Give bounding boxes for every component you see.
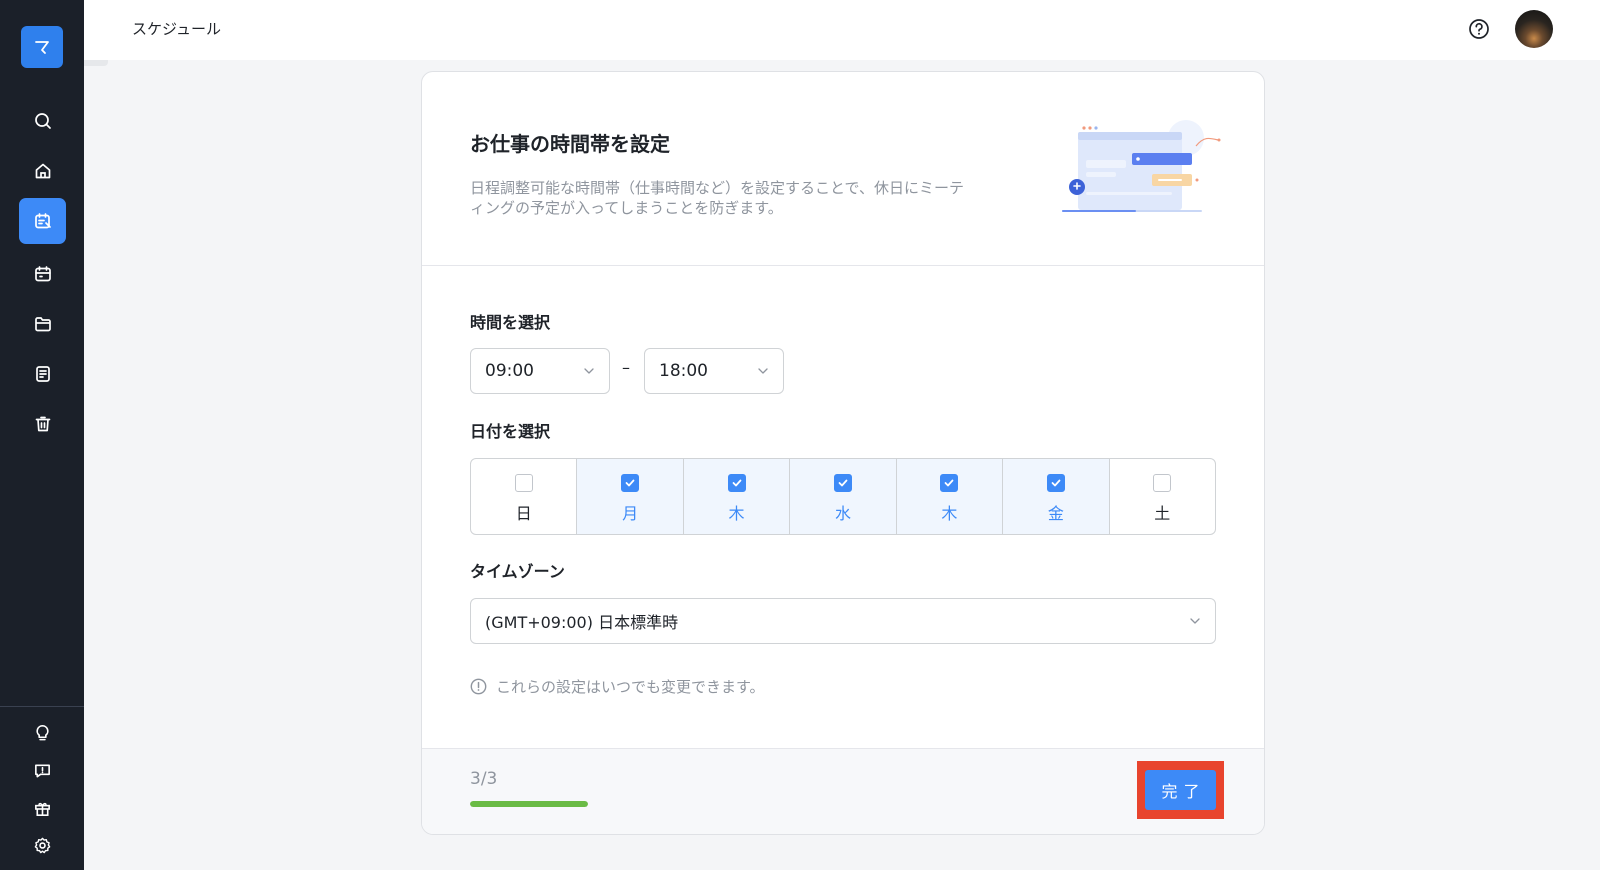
- help-icon: [1469, 19, 1489, 39]
- day-checkbox[interactable]: [514, 474, 533, 492]
- timezone-value: (GMT+09:00) 日本標準時: [485, 613, 679, 632]
- check-icon: [625, 479, 635, 487]
- day-label: 木: [941, 504, 958, 523]
- nav-tips[interactable]: [28, 718, 56, 746]
- check-icon: [1051, 479, 1061, 487]
- nav-schedule[interactable]: [19, 198, 66, 244]
- day-checkbox[interactable]: [1046, 474, 1065, 492]
- timezone-section-label: タイムゾーン: [470, 562, 565, 581]
- end-time-select[interactable]: 18:00: [644, 348, 784, 394]
- day-sunday[interactable]: 日: [471, 459, 578, 534]
- gear-icon: [34, 837, 50, 853]
- day-label: 土: [1154, 504, 1171, 523]
- progress-bar-fill: [470, 801, 588, 807]
- day-label: 金: [1047, 504, 1064, 523]
- day-thursday[interactable]: 木: [896, 459, 1004, 534]
- day-label: 日: [515, 504, 532, 523]
- gift-icon: [34, 802, 50, 816]
- nav-calendar[interactable]: [19, 251, 66, 297]
- nav-search[interactable]: [19, 98, 66, 144]
- card-description: 日程調整可能な時間帯（仕事時間など）を設定することで、休日にミーティングの予定が…: [470, 179, 964, 217]
- calendar-edit-icon: [34, 213, 51, 229]
- nav-home[interactable]: [19, 148, 66, 194]
- work-hours-setup-card: お仕事の時間帯を設定 日程調整可能な時間帯（仕事時間など）を設定することで、休日…: [421, 71, 1265, 835]
- schedule-illustration-icon: [1062, 120, 1221, 212]
- help-button[interactable]: [1468, 18, 1490, 40]
- day-saturday[interactable]: 土: [1110, 459, 1215, 534]
- chevron-down-icon: [1190, 618, 1200, 624]
- done-button-highlight: 完了: [1137, 761, 1224, 819]
- logo-icon: [35, 41, 49, 54]
- sidebar: [0, 0, 84, 870]
- user-avatar[interactable]: [1515, 10, 1553, 48]
- nav-folder[interactable]: [19, 301, 66, 347]
- search-icon: [34, 113, 51, 129]
- page-title: スケジュール: [132, 20, 221, 38]
- timezone-select[interactable]: (GMT+09:00) 日本標準時: [470, 598, 1216, 644]
- day-label: 水: [834, 504, 851, 523]
- day-friday[interactable]: 金: [1003, 459, 1110, 534]
- nav-trash[interactable]: [19, 401, 66, 447]
- check-icon: [838, 479, 848, 487]
- done-button[interactable]: 完了: [1145, 770, 1216, 810]
- info-circle-icon: [470, 678, 487, 695]
- day-tuesday[interactable]: 木: [683, 459, 791, 534]
- folder-icon: [34, 317, 51, 332]
- nav-settings[interactable]: [28, 831, 56, 859]
- day-checkbox[interactable]: [940, 474, 959, 492]
- settings-note-text: これらの設定はいつでも変更できます。: [496, 678, 765, 696]
- day-label: 月: [622, 504, 639, 523]
- day-checkbox[interactable]: [727, 474, 746, 492]
- settings-note: これらの設定はいつでも変更できます。: [470, 676, 765, 697]
- check-icon: [944, 479, 954, 487]
- day-checkbox[interactable]: [833, 474, 852, 492]
- chevron-down-icon: [758, 368, 768, 374]
- chevron-down-icon: [584, 368, 594, 374]
- card-header: お仕事の時間帯を設定 日程調整可能な時間帯（仕事時間など）を設定することで、休日…: [422, 72, 1264, 266]
- feedback-icon: [34, 763, 50, 777]
- nav-gift[interactable]: [28, 794, 56, 822]
- date-section-label: 日付を選択: [470, 422, 551, 441]
- card-footer: 3/3 完了: [422, 748, 1264, 834]
- top-header: スケジュール: [84, 0, 1600, 60]
- check-icon: [732, 479, 741, 487]
- card-title: お仕事の時間帯を設定: [470, 132, 670, 156]
- time-separator: –: [622, 358, 630, 377]
- app-logo[interactable]: [21, 26, 63, 68]
- sidebar-divider: [0, 706, 84, 707]
- progress-bar: [470, 801, 588, 807]
- start-time-select[interactable]: 09:00: [470, 348, 610, 394]
- calendar-icon: [34, 266, 51, 282]
- day-label: 木: [728, 504, 745, 523]
- day-monday[interactable]: 月: [577, 459, 684, 534]
- home-icon: [35, 163, 50, 179]
- step-indicator: 3/3: [470, 769, 498, 789]
- day-wednesday[interactable]: 水: [790, 459, 897, 534]
- end-time-value: 18:00: [659, 361, 708, 381]
- nav-document[interactable]: [19, 351, 66, 397]
- trash-icon: [35, 416, 50, 432]
- weekday-selector: 日 月 木 水 木 金 土: [470, 458, 1216, 535]
- day-checkbox[interactable]: [621, 474, 640, 492]
- time-section-label: 時間を選択: [470, 313, 551, 332]
- lightbulb-icon: [35, 724, 49, 740]
- nav-feedback[interactable]: [28, 756, 56, 784]
- day-checkbox[interactable]: [1153, 474, 1172, 492]
- document-icon: [35, 366, 50, 382]
- start-time-value: 09:00: [485, 361, 534, 381]
